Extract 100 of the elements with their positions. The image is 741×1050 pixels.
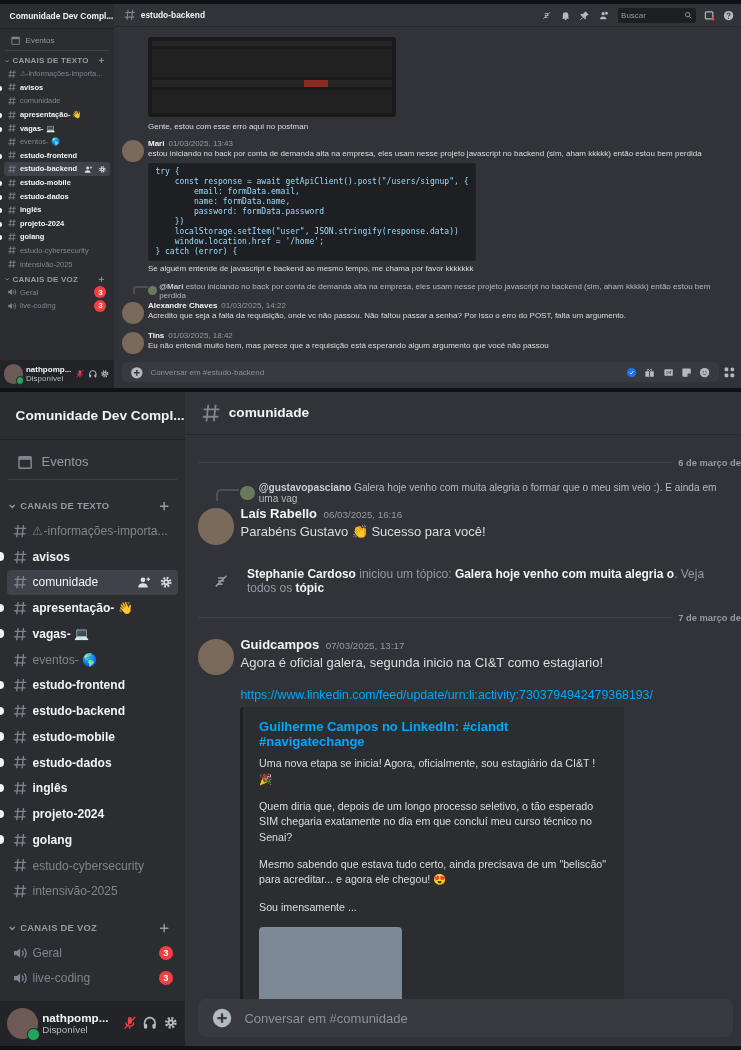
channel-item[interactable]: golang	[6, 826, 179, 853]
user-avatar[interactable]	[121, 302, 144, 325]
apps-icon[interactable]	[723, 366, 737, 379]
user-avatar[interactable]	[121, 332, 144, 355]
author-name[interactable]: Guidcampos	[240, 637, 320, 653]
sticker-icon[interactable]	[681, 366, 693, 378]
events-item[interactable]: Eventos	[7, 445, 177, 480]
message-link[interactable]: https://www.linkedin.com/feed/update/urn:li:activity:7303794942479368193/	[240, 687, 728, 702]
channel-item[interactable]: intensivão-2025	[6, 878, 179, 905]
hash-icon	[7, 82, 18, 93]
channel-item[interactable]: estudo-mobile	[6, 724, 179, 750]
reply-preview[interactable]: @Mari estou iniciando no back por conta de demanda alta na empresa, eles usam nesse projeto javascript no backend (sim, aham kkkkk) então estou bem perdida	[159, 281, 737, 300]
user-avatar[interactable]	[121, 139, 144, 163]
category-label[interactable]: CANAIS DE TEXTO	[20, 501, 155, 512]
embed-title-link[interactable]: Guilherme Campos no LinkedIn: #ciandt #navigatechange	[259, 718, 609, 749]
settings-icon[interactable]	[158, 575, 173, 590]
voice-channel-item[interactable]: Geral 3	[6, 939, 179, 966]
timestamp: 07/03/2025, 13:17	[325, 640, 405, 652]
author-name[interactable]: Tins	[148, 330, 165, 340]
muted-microphone-icon[interactable]	[75, 369, 85, 379]
boost-badge-icon[interactable]	[625, 366, 638, 378]
channel-item[interactable]: eventos- 🌎	[6, 646, 179, 673]
message-text: Acredito que seja a falta da requisição, onde vc não passou. Não faltou passar a senha? Por isso o erro do POST, falta um argumento.	[148, 311, 628, 322]
user-avatar[interactable]	[6, 1007, 38, 1039]
reply-avatar	[148, 286, 157, 296]
channel-item[interactable]: estudo-cybersecurity	[6, 852, 179, 879]
server-name: Comunidade Dev Compl...	[15, 407, 185, 423]
channel-item[interactable]: avisos	[6, 543, 179, 570]
plus-circle-icon[interactable]	[129, 365, 144, 380]
channel-item[interactable]: inglês	[6, 775, 179, 802]
chevron-down-icon	[4, 57, 11, 65]
hash-icon	[7, 123, 18, 134]
hash-icon	[11, 883, 28, 900]
user-status: Disponível	[42, 1024, 89, 1036]
message-text: Gente, estou com esse erro aqui no postman	[148, 121, 310, 133]
hash-icon	[11, 831, 28, 848]
pin-icon[interactable]	[579, 9, 591, 21]
code-line: password: formData.password	[192, 207, 325, 218]
user-avatar[interactable]	[197, 639, 234, 676]
user-avatar[interactable]	[4, 364, 24, 384]
channel-item[interactable]: ⚠-informações-importa...	[6, 518, 179, 544]
reply-preview[interactable]: @gustavopasciano Galera hoje venho com muita alegria o formar que o meu sim veio :). E ainda em uma vag	[258, 482, 735, 505]
plus-icon[interactable]	[96, 56, 106, 66]
help-icon[interactable]	[723, 9, 735, 21]
timestamp: 06/03/2025, 16:16	[323, 509, 403, 521]
channel-item[interactable]: comunidade	[6, 569, 179, 596]
plus-icon[interactable]	[96, 274, 106, 284]
category-label[interactable]: CANAIS DE VOZ	[12, 274, 95, 284]
channel-item[interactable]: apresentação- 👋	[6, 595, 179, 622]
message-text: Agora é oficial galera, segunda inicio na CI&T como estagiario!	[240, 654, 604, 672]
user-avatar[interactable]	[197, 508, 234, 545]
code-line: const response = await getApiClient().post("/users/signup", {	[173, 177, 469, 187]
online-status-icon	[27, 1028, 40, 1041]
voice-channel-item[interactable]: live-coding 3	[6, 965, 179, 992]
gif-icon[interactable]	[662, 366, 674, 378]
reply-avatar	[240, 486, 255, 501]
muted-microphone-icon[interactable]	[122, 1015, 138, 1032]
threads-icon[interactable]	[541, 9, 553, 21]
hash-icon	[7, 109, 18, 120]
gift-icon[interactable]	[644, 366, 656, 378]
channel-item[interactable]: estudo-dados	[6, 749, 179, 776]
category-label[interactable]: CANAIS DE VOZ	[20, 923, 155, 934]
headphones-icon[interactable]	[87, 369, 98, 379]
channel-item[interactable]: estudo-backend	[6, 698, 179, 724]
channel-item[interactable]: estudo-frontend	[6, 672, 179, 699]
settings-icon[interactable]	[162, 1015, 179, 1032]
code-line: name: formData.name,	[192, 197, 292, 207]
message-input-field[interactable]: Conversar em #comunidade	[197, 999, 734, 1037]
channel-title: comunidade	[228, 405, 311, 421]
date-divider: 6 de março de	[678, 458, 741, 468]
headphones-icon[interactable]	[142, 1015, 158, 1032]
author-name[interactable]: Laís Rabello	[240, 506, 318, 522]
channel-item[interactable]: vagas- 💻	[6, 621, 179, 647]
notification-badge: 3	[158, 945, 173, 960]
search-field[interactable]: Buscar	[617, 7, 697, 23]
plus-circle-icon[interactable]	[210, 1007, 233, 1030]
category-label[interactable]: CANAIS DE TEXTO	[12, 56, 95, 66]
chevron-down-icon	[4, 276, 11, 283]
notification-badge: 3	[158, 971, 173, 986]
calendar-icon	[9, 35, 21, 47]
username: nathpomp...	[26, 365, 73, 374]
message-input-field[interactable]: Conversar em #estudo-backend	[121, 362, 719, 383]
embed-description: Uma nova etapa se inicia! Agora, oficialmente, sou estagiário da CI&T ! 🎉	[259, 756, 597, 788]
settings-icon[interactable]	[100, 369, 110, 379]
settings-icon[interactable]	[97, 164, 107, 174]
hash-icon	[11, 677, 28, 694]
add-member-icon[interactable]	[137, 575, 152, 590]
inbox-icon[interactable]	[704, 9, 716, 21]
hash-icon	[11, 703, 28, 720]
channel-item[interactable]: projeto-2024	[6, 801, 179, 827]
embed-description: Quem diria que, depois de um longo processo seletivo, o tão esperado SIM chegaria exatamente no dia em que concluí meu curso técnico no Senai?	[259, 798, 595, 845]
message-text: Eu não entendi muito bem, mas parece que a requisição está esperando algum argumento que você não passou	[148, 341, 550, 352]
code-line: })	[173, 217, 186, 227]
bell-icon[interactable]	[560, 9, 572, 21]
author-name[interactable]: Alexandre Chaves	[148, 300, 218, 310]
members-icon[interactable]	[598, 9, 610, 21]
add-member-icon[interactable]	[84, 164, 94, 174]
emoji-icon[interactable]	[699, 366, 711, 378]
events-item[interactable]: Eventos	[4, 32, 109, 51]
author-name[interactable]: Mari	[148, 138, 165, 148]
